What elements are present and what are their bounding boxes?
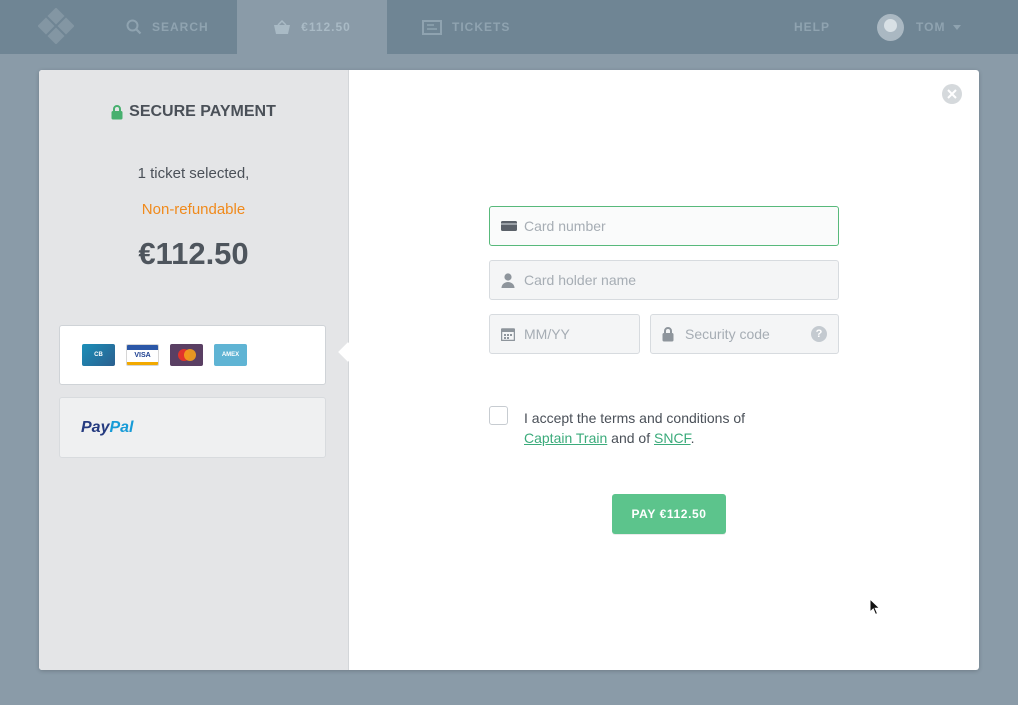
mastercard-circles-icon [177,349,196,361]
basket-icon [274,19,291,34]
chevron-down-icon [953,24,962,30]
card-holder-field[interactable] [489,260,839,300]
nav-tickets-label: TICKETS [452,20,511,34]
nav-help[interactable]: HELP [794,0,830,54]
payment-method-card[interactable]: CB VISA AMEX [59,325,326,385]
refund-status: Non-refundable [141,201,246,218]
secure-payment-title: SECURE PAYMENT [129,103,276,120]
tickets-selected-text: 1 ticket selected, [137,165,250,182]
nav-search-label: SEARCH [152,20,209,34]
captain-train-terms-link[interactable]: Captain Train [524,430,607,446]
visa-card-logo: VISA [126,344,159,366]
card-number-input[interactable] [490,207,838,245]
terms-prefix: I accept the terms and conditions of [524,410,746,426]
terms-checkbox[interactable] [489,406,508,425]
nav-user-menu[interactable]: TOM [877,0,962,54]
sncf-terms-link[interactable]: SNCF [654,430,691,446]
lock-icon [662,326,674,341]
card-number-field[interactable] [489,206,839,246]
nav-tickets[interactable]: TICKETS [422,0,510,54]
security-code-input[interactable] [651,315,838,353]
ticket-icon [422,19,442,35]
terms-middle: and of [611,430,651,446]
paypal-logo-part-2: Pal [109,418,134,436]
paypal-logo-part-1: Pay [81,418,110,436]
nav-search[interactable]: SEARCH [126,0,209,54]
terms-suffix: . [690,430,695,446]
nav-user-name: TOM [916,20,946,34]
cb-logo-text: CB [94,352,103,358]
credit-card-icon [501,221,517,231]
top-navigation: SEARCH €112.50 TICKETS HELP TOM [0,0,1018,54]
user-icon [501,272,515,288]
mouse-cursor-icon [869,598,881,616]
nav-cart[interactable]: €112.50 [237,0,387,54]
total-price: €112.50 [138,236,249,271]
order-summary-panel: SECURE PAYMENT 1 ticket selected, Non-re… [39,70,349,670]
cb-card-logo: CB [82,344,115,366]
card-holder-input[interactable] [490,261,838,299]
pay-button[interactable]: PAY €112.50 [612,494,726,534]
nav-help-label: HELP [794,20,831,34]
calendar-icon [501,328,515,341]
terms-text: I accept the terms and conditions of Cap… [524,408,844,448]
amex-logo-text: AMEX [221,352,240,358]
nav-cart-amount: €112.50 [301,20,351,34]
close-icon [947,89,957,99]
search-icon [126,19,142,35]
help-icon[interactable]: ? [811,326,827,342]
security-code-field[interactable]: ? [650,314,839,354]
close-button[interactable] [942,84,962,104]
expiry-field[interactable] [489,314,640,354]
visa-logo-text: VISA [134,351,151,359]
avatar [877,13,904,41]
payment-modal: SECURE PAYMENT 1 ticket selected, Non-re… [39,70,979,670]
amex-card-logo: AMEX [214,344,247,366]
mastercard-logo [170,344,203,366]
secure-payment-heading: SECURE PAYMENT [39,103,348,121]
lock-icon [111,104,123,119]
logo-icon[interactable] [38,8,74,44]
payment-method-paypal[interactable]: Pay Pal [59,397,326,458]
